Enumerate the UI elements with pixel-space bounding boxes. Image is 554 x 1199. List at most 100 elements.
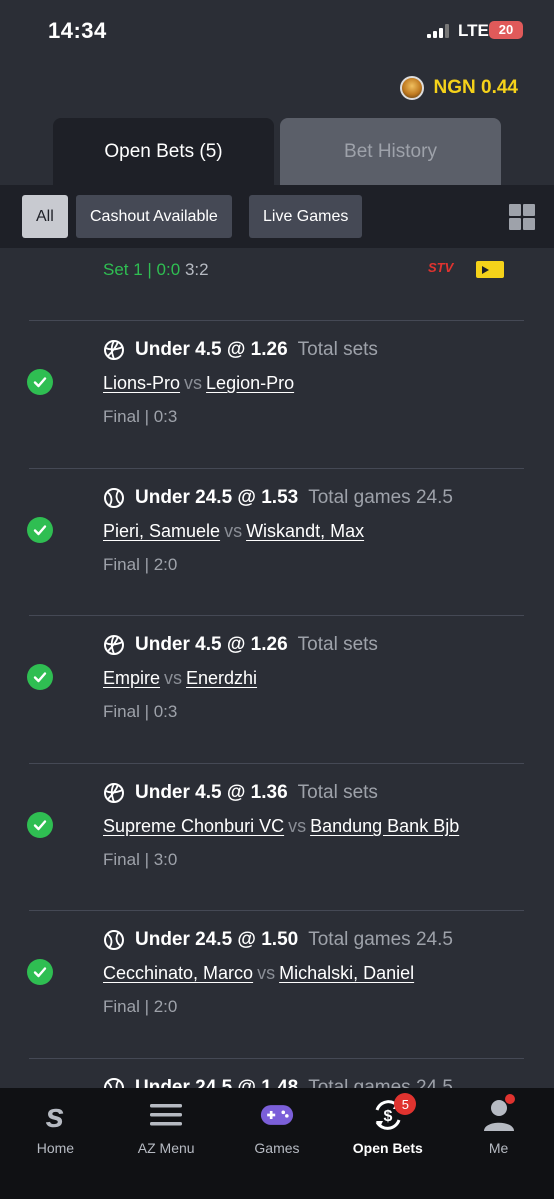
home-team[interactable]: Lions-Pro bbox=[103, 373, 180, 393]
bet-pick: Under 24.5 @ 1.50 bbox=[135, 929, 299, 950]
hamburger-menu-icon bbox=[149, 1098, 183, 1132]
avatar bbox=[399, 76, 424, 100]
away-team[interactable]: Wiskandt, Max bbox=[246, 521, 364, 541]
live-set: Set 1 | 0:0 bbox=[103, 260, 181, 279]
away-team[interactable]: Legion-Pro bbox=[206, 373, 294, 393]
nav-home[interactable]: s Home bbox=[0, 1088, 111, 1199]
bet-item[interactable]: Under 4.5 @ 1.26 Total sets Empire vs Ener… bbox=[27, 615, 524, 763]
match-result: Final | 2:0 bbox=[103, 555, 178, 574]
stv-icon[interactable]: STV bbox=[428, 260, 453, 275]
open-bets-screen: 14:34 LTE 20 NGN 0.44 Open Bets (5) Bet … bbox=[0, 0, 554, 1199]
home-team[interactable]: Cecchinato, Marco bbox=[103, 963, 253, 983]
settled-check-icon bbox=[27, 812, 53, 838]
gamepad-icon bbox=[260, 1098, 294, 1132]
battery-icon: 20 bbox=[489, 21, 523, 39]
svg-text:s: s bbox=[46, 1099, 65, 1131]
nav-label: AZ Menu bbox=[137, 1140, 195, 1156]
bet-title: Under 24.5 @ 1.48 Total games 24.5 bbox=[103, 1077, 453, 1088]
home-team[interactable]: Pieri, Samuele bbox=[103, 521, 220, 541]
bet-tabs: Open Bets (5) Bet History bbox=[53, 118, 501, 185]
open-bets-badge: 5 bbox=[394, 1093, 417, 1115]
svg-text:$: $ bbox=[383, 1108, 392, 1125]
balance-amount: NGN 0.44 bbox=[433, 77, 518, 98]
vs-label: vs bbox=[164, 668, 183, 688]
bet-item[interactable]: Under 24.5 @ 1.53 Total games 24.5 Pieri… bbox=[27, 468, 524, 616]
volleyball-icon bbox=[104, 635, 124, 655]
match-result: Final | 2:0 bbox=[103, 997, 178, 1016]
match-result: Final | 0:3 bbox=[103, 702, 178, 721]
nav-games[interactable]: Games bbox=[222, 1088, 333, 1199]
bet-pick: Under 24.5 @ 1.48 bbox=[135, 1077, 299, 1088]
volleyball-icon bbox=[104, 340, 124, 360]
match-teams[interactable]: Empire vs Enerdzhi bbox=[103, 668, 257, 689]
match-teams[interactable]: Supreme Chonburi VC vs Bandung Bank Bjb bbox=[103, 816, 459, 837]
filter-bar: All Cashout Available Live Games bbox=[0, 185, 554, 248]
status-time: 14:34 bbox=[48, 18, 107, 43]
live-score: Set 1 | 0:0 3:2 bbox=[103, 260, 209, 280]
set-score: 3:2 bbox=[184, 260, 209, 279]
nav-label: Games bbox=[254, 1140, 300, 1156]
match-result: Final | 3:0 bbox=[103, 850, 178, 869]
settled-check-icon bbox=[27, 369, 53, 395]
home-team[interactable]: Empire bbox=[103, 668, 160, 688]
tab-bet-history[interactable]: Bet History bbox=[280, 118, 501, 185]
nav-label: Me bbox=[488, 1140, 509, 1156]
bet-pick: Under 24.5 @ 1.53 bbox=[135, 487, 299, 508]
vs-label: vs bbox=[184, 373, 203, 393]
away-team[interactable]: Enerdzhi bbox=[186, 668, 257, 688]
settled-check-icon bbox=[27, 664, 53, 690]
account-balance[interactable]: NGN 0.44 bbox=[399, 76, 518, 100]
status-bar: 14:34 LTE 20 bbox=[0, 0, 554, 60]
grid-view-icon[interactable] bbox=[509, 204, 535, 230]
away-team[interactable]: Bandung Bank Bjb bbox=[310, 816, 459, 836]
bet-item[interactable]: Under 24.5 @ 1.50 Total games 24.5 Cecch… bbox=[27, 910, 524, 1058]
bet-pick: Under 4.5 @ 1.26 bbox=[135, 634, 288, 655]
nav-me[interactable]: Me bbox=[443, 1088, 554, 1199]
bet-title: Under 24.5 @ 1.50 Total games 24.5 bbox=[103, 929, 453, 951]
bet-item[interactable]: Under 4.5 @ 1.26 Total sets Lions-Pro vs L… bbox=[27, 320, 524, 468]
match-result: Final | 0:3 bbox=[103, 407, 178, 426]
bet-market: Total sets bbox=[297, 339, 378, 360]
open-bets-list[interactable]: Set 1 | 0:0 3:2 STV Under 4.5 @ 1.26 Tot… bbox=[14, 248, 540, 1088]
volleyball-icon bbox=[104, 783, 124, 803]
signal-strength-icon bbox=[427, 24, 453, 38]
nav-az-menu[interactable]: AZ Menu bbox=[111, 1088, 222, 1199]
bet-market: Total games 24.5 bbox=[308, 1077, 453, 1088]
bet-title: Under 4.5 @ 1.26 Total sets bbox=[103, 634, 378, 656]
battery-level: 20 bbox=[498, 22, 514, 37]
bet-item[interactable]: Under 4.5 @ 1.36 Total sets Supreme Chon… bbox=[27, 763, 524, 911]
bottom-nav: s Home AZ Menu Games $ 5 Open Bets Me bbox=[0, 1088, 554, 1199]
bet-market: Total sets bbox=[297, 782, 378, 803]
bet-title: Under 24.5 @ 1.53 Total games 24.5 bbox=[103, 487, 453, 509]
bet-title: Under 4.5 @ 1.26 Total sets bbox=[103, 339, 378, 361]
bet-market: Total games 24.5 bbox=[308, 929, 453, 950]
match-teams[interactable]: Pieri, Samuele vs Wiskandt, Max bbox=[103, 521, 364, 542]
nav-label: Home bbox=[36, 1140, 75, 1156]
filter-live-games[interactable]: Live Games bbox=[249, 195, 363, 238]
sportybet-logo-icon: s bbox=[38, 1098, 72, 1132]
home-team[interactable]: Supreme Chonburi VC bbox=[103, 816, 284, 836]
bet-market: Total sets bbox=[297, 634, 378, 655]
tennis-icon bbox=[104, 488, 124, 508]
bet-market: Total games 24.5 bbox=[308, 487, 453, 508]
bet-pick: Under 4.5 @ 1.36 bbox=[135, 782, 288, 803]
settled-check-icon bbox=[27, 517, 53, 543]
nav-open-bets[interactable]: $ 5 Open Bets bbox=[332, 1088, 443, 1199]
vs-label: vs bbox=[224, 521, 243, 541]
bet-title: Under 4.5 @ 1.36 Total sets bbox=[103, 782, 378, 804]
tennis-icon bbox=[104, 930, 124, 950]
tab-open-bets[interactable]: Open Bets (5) bbox=[53, 118, 274, 185]
filter-all[interactable]: All bbox=[22, 195, 68, 238]
away-team[interactable]: Michalski, Daniel bbox=[279, 963, 414, 983]
filter-cashout-available[interactable]: Cashout Available bbox=[76, 195, 232, 238]
vs-label: vs bbox=[257, 963, 276, 983]
live-stream-icon[interactable] bbox=[476, 261, 504, 278]
settled-check-icon bbox=[27, 959, 53, 985]
vs-label: vs bbox=[288, 816, 307, 836]
bet-pick: Under 4.5 @ 1.26 bbox=[135, 339, 288, 360]
network-type: LTE bbox=[458, 21, 489, 40]
match-teams[interactable]: Cecchinato, Marco vs Michalski, Daniel bbox=[103, 963, 414, 984]
match-teams[interactable]: Lions-Pro vs Legion-Pro bbox=[103, 373, 294, 394]
bet-item[interactable]: Under 24.5 @ 1.48 Total games 24.5 bbox=[29, 1058, 524, 1088]
nav-label: Open Bets bbox=[352, 1140, 423, 1156]
